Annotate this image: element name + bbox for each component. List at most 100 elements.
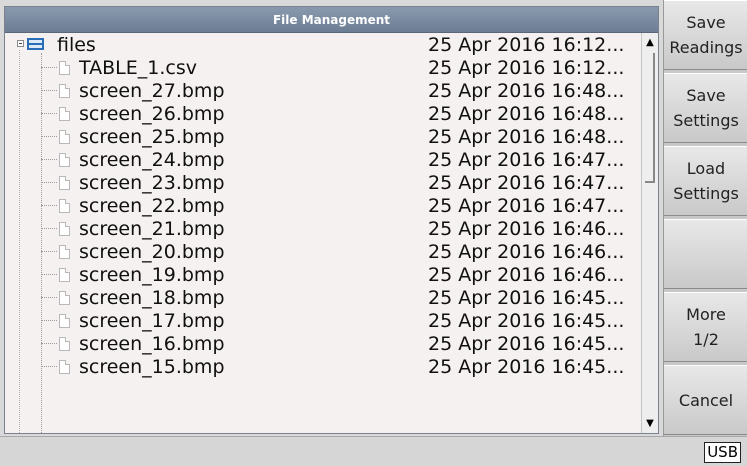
file-icon [59,291,70,305]
softkey-panel: Save Readings Save Settings Load Setting… [663,0,747,436]
file-date: 25 Apr 2016 16:45... [428,355,625,378]
file-management-panel: File Management files 25 Apr 2016 16:12.… [4,6,659,434]
file-icon [59,337,70,351]
file-icon [59,199,70,213]
tree-branch [41,113,57,114]
file-name: screen_21.bmp [79,217,225,240]
softkey-label-line2: Settings [673,111,739,130]
file-row[interactable]: screen_17.bmp 25 Apr 2016 16:45... [5,309,641,332]
tree-branch [41,320,57,321]
tree-branch [41,182,57,183]
tree-branch [41,297,57,298]
file-icon [59,245,70,259]
file-row[interactable]: screen_22.bmp 25 Apr 2016 16:47... [5,194,641,217]
vertical-scrollbar[interactable]: ▲ ▼ [641,33,658,433]
softkey-label-line1: Save [686,86,726,105]
file-date: 25 Apr 2016 16:48... [428,79,625,102]
file-name: screen_26.bmp [79,102,225,125]
file-row[interactable]: screen_19.bmp 25 Apr 2016 16:46... [5,263,641,286]
file-icon [59,107,70,121]
file-name: screen_15.bmp [79,355,225,378]
save-settings-button[interactable]: Save Settings [664,73,747,143]
file-row[interactable]: screen_16.bmp 25 Apr 2016 16:45... [5,332,641,355]
file-row[interactable]: screen_20.bmp 25 Apr 2016 16:46... [5,240,641,263]
file-row[interactable]: screen_21.bmp 25 Apr 2016 16:46... [5,217,641,240]
file-row[interactable]: screen_18.bmp 25 Apr 2016 16:45... [5,286,641,309]
file-icon [59,222,70,236]
tree-branch [41,205,57,206]
tree-branch [41,67,57,68]
file-row[interactable]: screen_27.bmp 25 Apr 2016 16:48... [5,79,641,102]
softkey-label-line2: Readings [669,38,743,57]
tree-branch [41,159,57,160]
file-icon [59,153,70,167]
file-icon [59,130,70,144]
file-icon [59,176,70,190]
softkey-label-line1: More [686,305,726,324]
file-name: screen_20.bmp [79,240,225,263]
file-date: 25 Apr 2016 16:47... [428,148,625,171]
load-settings-button[interactable]: Load Settings [664,146,747,216]
collapse-minus-icon[interactable] [17,40,24,47]
file-row[interactable]: screen_26.bmp 25 Apr 2016 16:48... [5,102,641,125]
tree-branch [41,274,57,275]
window-title: File Management [5,7,658,33]
file-name: TABLE_1.csv [79,56,197,79]
file-tree[interactable]: files 25 Apr 2016 16:12... TABLE_1.csv 2… [5,33,641,433]
status-bar: USB [0,436,747,466]
blank-softkey[interactable] [664,219,747,289]
file-date: 25 Apr 2016 16:46... [428,240,625,263]
tree-branch [41,343,57,344]
file-date: 25 Apr 2016 16:46... [428,263,625,286]
file-name: screen_22.bmp [79,194,225,217]
file-date: 25 Apr 2016 16:48... [428,102,625,125]
folder-name: files [57,33,96,56]
file-row[interactable]: TABLE_1.csv 25 Apr 2016 16:12... [5,56,641,79]
scroll-up-arrow-icon[interactable]: ▲ [643,35,657,50]
folder-date: 25 Apr 2016 16:12... [428,33,625,56]
tree-branch [41,366,57,367]
file-date: 25 Apr 2016 16:12... [428,56,625,79]
file-name: screen_19.bmp [79,263,225,286]
file-name: screen_17.bmp [79,309,225,332]
file-icon [59,360,70,374]
tree-branch [41,90,57,91]
file-row[interactable]: screen_23.bmp 25 Apr 2016 16:47... [5,171,641,194]
tree-branch [41,136,57,137]
softkey-label-line2: 1/2 [693,330,719,349]
file-date: 25 Apr 2016 16:46... [428,217,625,240]
softkey-label: Cancel [678,390,734,410]
file-name: screen_27.bmp [79,79,225,102]
file-name: screen_25.bmp [79,125,225,148]
folder-icon [27,38,44,50]
file-icon [59,84,70,98]
file-date: 25 Apr 2016 16:47... [428,171,625,194]
tree-branch [41,228,57,229]
more-button[interactable]: More 1/2 [664,292,747,362]
file-name: screen_16.bmp [79,332,225,355]
usb-indicator: USB [704,442,741,463]
file-row[interactable]: screen_15.bmp 25 Apr 2016 16:45... [5,355,641,378]
file-name: screen_23.bmp [79,171,225,194]
file-date: 25 Apr 2016 16:48... [428,125,625,148]
file-date: 25 Apr 2016 16:45... [428,309,625,332]
save-readings-button[interactable]: Save Readings [664,0,747,70]
softkey-label-line2: Settings [673,184,739,203]
scrollbar-thumb[interactable] [645,53,655,183]
softkey-label-line1: Load [686,159,726,178]
file-icon [59,61,70,75]
file-icon [59,268,70,282]
scroll-down-arrow-icon[interactable]: ▼ [643,416,657,431]
file-row[interactable]: screen_24.bmp 25 Apr 2016 16:47... [5,148,641,171]
file-name: screen_18.bmp [79,286,225,309]
cancel-button[interactable]: Cancel [664,365,747,435]
file-date: 25 Apr 2016 16:45... [428,332,625,355]
softkey-label-line1: Save [686,13,726,32]
file-icon [59,314,70,328]
file-date: 25 Apr 2016 16:45... [428,286,625,309]
tree-branch [41,251,57,252]
file-name: screen_24.bmp [79,148,225,171]
tree-row-root-folder[interactable]: files 25 Apr 2016 16:12... [5,33,641,56]
file-date: 25 Apr 2016 16:47... [428,194,625,217]
file-row[interactable]: screen_25.bmp 25 Apr 2016 16:48... [5,125,641,148]
